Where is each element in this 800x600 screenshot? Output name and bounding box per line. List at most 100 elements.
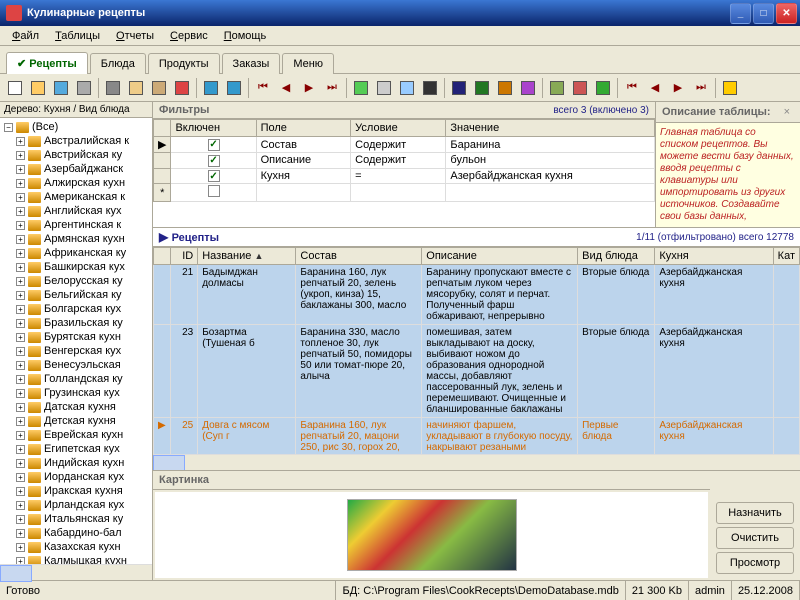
- filter-field[interactable]: Состав: [256, 137, 351, 153]
- tree-item[interactable]: Азербайджанск: [44, 163, 123, 175]
- tree-item[interactable]: Венесуэльская: [44, 359, 121, 371]
- tree-expand-icon[interactable]: +: [16, 445, 25, 454]
- tree-expand-icon[interactable]: +: [16, 361, 25, 370]
- maximize-button[interactable]: □: [753, 3, 774, 24]
- tree-expand-icon[interactable]: +: [16, 529, 25, 538]
- tree-scrollbar[interactable]: [0, 564, 152, 580]
- tree-item[interactable]: Американская к: [44, 191, 125, 203]
- tree-expand-icon[interactable]: +: [16, 403, 25, 412]
- filter-field[interactable]: Описание: [256, 153, 351, 169]
- doc-button[interactable]: [373, 77, 395, 99]
- filter-field[interactable]: Кухня: [256, 168, 351, 184]
- tree-item[interactable]: Аргентинская к: [44, 219, 121, 231]
- table-row[interactable]: 23Бозартма (Тушеная бБаранина 330, масло…: [154, 325, 800, 418]
- tree-expand-icon[interactable]: +: [16, 333, 25, 342]
- filter-value[interactable]: [446, 184, 655, 202]
- tree-item[interactable]: Еврейская кухн: [44, 429, 123, 441]
- xml-button[interactable]: [517, 77, 539, 99]
- tree-expand-icon[interactable]: +: [16, 543, 25, 552]
- filter-button[interactable]: [569, 77, 591, 99]
- filter-value[interactable]: бульон: [446, 153, 655, 169]
- tree-expand-icon[interactable]: +: [16, 501, 25, 510]
- filter-cond[interactable]: =: [351, 168, 446, 184]
- table-row[interactable]: 21Бадымджан долмасыБаранина 160, лук реп…: [154, 265, 800, 325]
- filter-checkbox[interactable]: [208, 185, 220, 197]
- tree-expand-icon[interactable]: +: [16, 389, 25, 398]
- menu-service[interactable]: Сервис: [162, 28, 216, 44]
- filter-checkbox[interactable]: ✓: [208, 170, 220, 182]
- tab-dishes[interactable]: Блюда: [90, 53, 146, 74]
- tree-item[interactable]: Алжирская кухн: [44, 177, 125, 189]
- tree-expand-icon[interactable]: +: [16, 319, 25, 328]
- table-row[interactable]: ▶25Довга с мясом (Суп гБаранина 160, лук…: [154, 418, 800, 455]
- tree-expand-icon[interactable]: +: [16, 291, 25, 300]
- tree-expand-icon[interactable]: +: [16, 277, 25, 286]
- filter-cond[interactable]: [351, 184, 446, 202]
- tree-expand-icon[interactable]: +: [16, 263, 25, 272]
- tree-item[interactable]: Грузинская кух: [44, 387, 120, 399]
- recipe-image[interactable]: [347, 499, 517, 571]
- tree-item[interactable]: Датская кухня: [44, 401, 116, 413]
- filter-cond[interactable]: Содержит: [351, 153, 446, 169]
- paste-button[interactable]: [148, 77, 170, 99]
- tree-item[interactable]: Африканская ку: [44, 247, 126, 259]
- tree-expand-icon[interactable]: +: [16, 137, 25, 146]
- nav-prev-button[interactable]: ◀: [644, 77, 666, 99]
- tree-expand-icon[interactable]: +: [16, 305, 25, 314]
- tree-expand-icon[interactable]: +: [16, 459, 25, 468]
- tab-recipes[interactable]: ✔ Рецепты: [6, 52, 88, 74]
- save-button[interactable]: [50, 77, 72, 99]
- html-button[interactable]: [494, 77, 516, 99]
- tree-item[interactable]: Башкирская кух: [44, 261, 125, 273]
- excel-button[interactable]: [471, 77, 493, 99]
- tree-expand-icon[interactable]: +: [16, 347, 25, 356]
- filters-table[interactable]: ВключенПолеУсловиеЗначение ▶✓СоставСодер…: [153, 119, 655, 202]
- view-button[interactable]: Просмотр: [716, 552, 794, 574]
- image-button[interactable]: [350, 77, 372, 99]
- tree-expand-icon[interactable]: +: [16, 557, 25, 565]
- tree-item[interactable]: Английская кух: [44, 205, 122, 217]
- filter-checkbox[interactable]: ✓: [208, 155, 220, 167]
- minimize-button[interactable]: _: [730, 3, 751, 24]
- tree-item[interactable]: Армянская кухн: [44, 233, 125, 245]
- record-next-button[interactable]: ▶: [298, 77, 320, 99]
- tree-item[interactable]: Египетская кух: [44, 443, 120, 455]
- tree-expand-icon[interactable]: +: [16, 221, 25, 230]
- tree[interactable]: −(Все) +Австралийская к+Австрийская ку+А…: [0, 118, 152, 564]
- record-prev-button[interactable]: ◀: [275, 77, 297, 99]
- tree-item[interactable]: Индийская кухн: [44, 457, 124, 469]
- tree-item[interactable]: Ирландская кух: [44, 499, 124, 511]
- tree-expand-icon[interactable]: +: [16, 193, 25, 202]
- tree-item[interactable]: Венгерская кух: [44, 345, 121, 357]
- tree-item[interactable]: Казахская кухн: [44, 541, 121, 553]
- tree-item[interactable]: Детская кухня: [44, 415, 116, 427]
- tree-item[interactable]: Болгарская кух: [44, 303, 121, 315]
- cut-button[interactable]: [102, 77, 124, 99]
- word-button[interactable]: [448, 77, 470, 99]
- tree-item[interactable]: Кабардино-бал: [44, 527, 122, 539]
- tree-expand-icon[interactable]: +: [16, 235, 25, 244]
- print-button[interactable]: [73, 77, 95, 99]
- filter-field[interactable]: [256, 184, 351, 202]
- open-button[interactable]: [27, 77, 49, 99]
- close-button[interactable]: ✕: [776, 3, 797, 24]
- recipes-scrollbar[interactable]: [153, 454, 800, 470]
- tree-item[interactable]: Белорусская ку: [44, 275, 123, 287]
- help-button[interactable]: [719, 77, 741, 99]
- tab-products[interactable]: Продукты: [148, 53, 220, 74]
- record-first-button[interactable]: ⏮: [252, 77, 274, 99]
- menu-file[interactable]: Файл: [4, 28, 47, 44]
- menu-tables[interactable]: Таблицы: [47, 28, 108, 44]
- tab-orders[interactable]: Заказы: [222, 53, 281, 74]
- filter-checkbox[interactable]: ✓: [208, 139, 220, 151]
- tree-expand-icon[interactable]: +: [16, 151, 25, 160]
- tree-item[interactable]: Голландская ку: [44, 373, 123, 385]
- filter-value[interactable]: Баранина: [446, 137, 655, 153]
- tree-item[interactable]: Бразильская ку: [44, 317, 123, 329]
- sql-button[interactable]: [419, 77, 441, 99]
- tree-expand-icon[interactable]: +: [16, 179, 25, 188]
- tree-expand-icon[interactable]: +: [16, 249, 25, 258]
- tree-button[interactable]: [546, 77, 568, 99]
- tree-item[interactable]: Бурятская кухн: [44, 331, 121, 343]
- tree-expand-icon[interactable]: +: [16, 417, 25, 426]
